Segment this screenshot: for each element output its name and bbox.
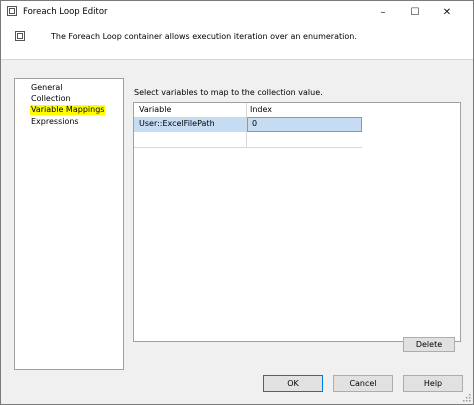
grid-header: Variable Index <box>134 103 362 118</box>
maximize-button[interactable]: ☐ <box>401 1 429 23</box>
nav-item-expressions[interactable]: Expressions <box>30 117 80 127</box>
variable-cell[interactable]: User::ExcelFilePath <box>134 117 246 132</box>
help-button[interactable]: Help <box>403 375 463 392</box>
container-icon <box>15 31 25 41</box>
resize-grip-icon[interactable] <box>463 394 471 402</box>
nav-item-label: Collection <box>31 94 71 103</box>
page-navigation: General Collection Variable Mappings Exp… <box>14 78 124 370</box>
minimize-icon: – <box>380 6 386 18</box>
window-title: Foreach Loop Editor <box>23 7 108 17</box>
minimize-button[interactable]: – <box>369 1 397 23</box>
column-header-variable[interactable]: Variable <box>139 105 171 114</box>
index-cell[interactable]: 0 <box>247 117 362 132</box>
foreach-loop-icon <box>7 6 17 16</box>
nav-item-general[interactable]: General <box>30 83 64 93</box>
dialog-header: The Foreach Loop container allows execut… <box>1 23 473 59</box>
row-divider <box>134 147 362 148</box>
close-button[interactable]: ✕ <box>433 1 461 23</box>
table-row[interactable]: User::ExcelFilePath 0 <box>134 117 362 132</box>
nav-item-label: Expressions <box>31 117 79 126</box>
header-divider <box>1 59 473 60</box>
foreach-loop-editor-window: Foreach Loop Editor – ☐ ✕ The Foreach Lo… <box>0 0 474 405</box>
nav-item-collection[interactable]: Collection <box>30 94 72 104</box>
title-bar[interactable]: Foreach Loop Editor – ☐ ✕ <box>1 1 473 23</box>
ok-button[interactable]: OK <box>263 375 323 392</box>
variable-mappings-panel: Select variables to map to the collectio… <box>131 78 461 368</box>
variable-value: User::ExcelFilePath <box>139 119 215 128</box>
nav-item-label: Variable Mappings <box>31 105 105 114</box>
nav-item-variable-mappings[interactable]: Variable Mappings <box>30 105 106 115</box>
header-description: The Foreach Loop container allows execut… <box>51 32 357 41</box>
instruction-text: Select variables to map to the collectio… <box>134 88 323 97</box>
column-header-index[interactable]: Index <box>250 105 272 114</box>
cancel-button[interactable]: Cancel <box>333 375 393 392</box>
close-icon: ✕ <box>442 6 452 18</box>
delete-button[interactable]: Delete <box>403 337 455 352</box>
maximize-icon: ☐ <box>410 6 420 18</box>
variable-mapping-grid[interactable]: Variable Index User::ExcelFilePath 0 <box>133 102 461 342</box>
nav-item-label: General <box>31 83 63 92</box>
index-value: 0 <box>252 119 258 128</box>
